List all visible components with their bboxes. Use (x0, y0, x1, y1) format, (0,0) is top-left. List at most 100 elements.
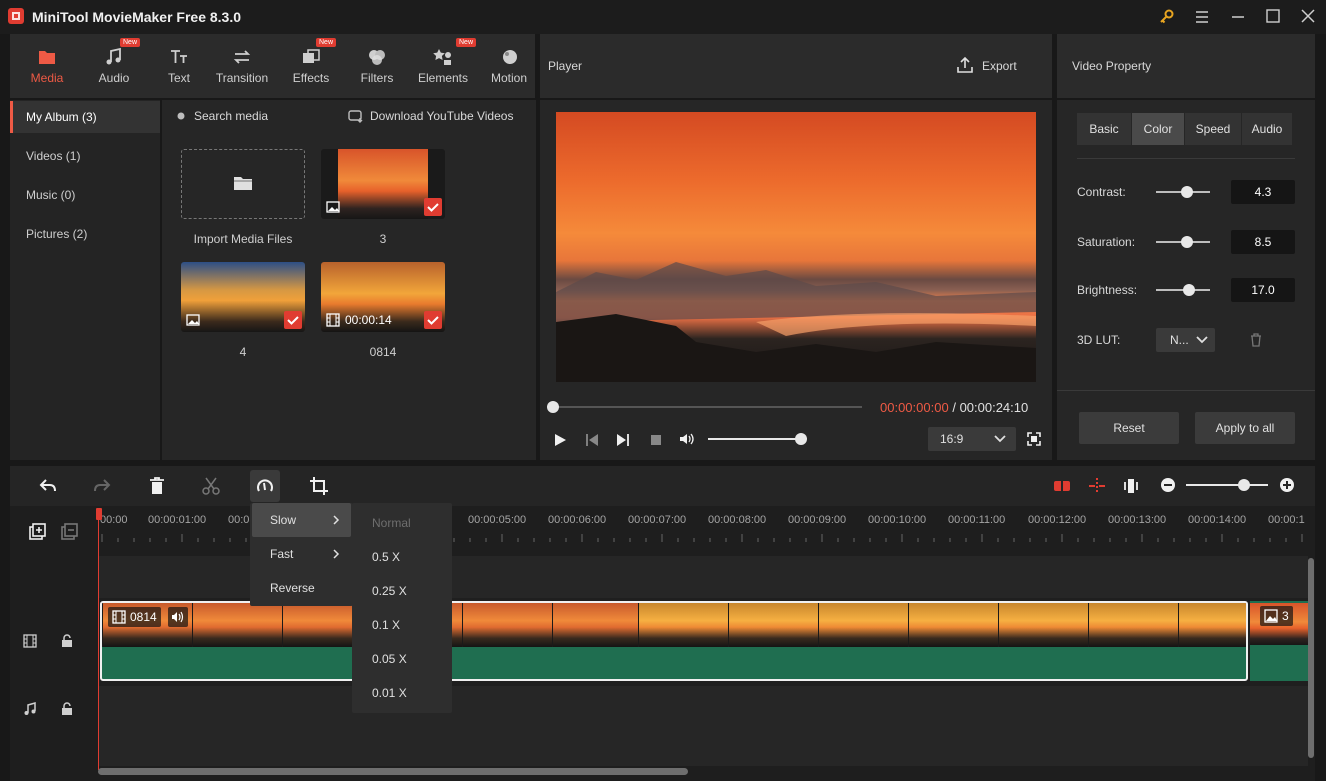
apply-to-all-button[interactable]: Apply to all (1195, 412, 1295, 444)
submenu-item-normal: Normal (372, 516, 411, 530)
snap-icon[interactable] (1087, 476, 1107, 496)
speed-button[interactable] (250, 470, 280, 502)
saturation-value[interactable]: 8.5 (1231, 230, 1295, 254)
lut-select[interactable]: N... (1156, 328, 1215, 352)
volume-handle[interactable] (795, 433, 807, 445)
tool-audio[interactable]: New Audio (86, 34, 142, 98)
playback-progress[interactable] (552, 406, 862, 408)
volume-slider[interactable] (708, 438, 802, 440)
lock-icon[interactable] (61, 634, 73, 648)
key-icon[interactable] (1155, 6, 1179, 28)
brightness-value[interactable]: 17.0 (1231, 278, 1295, 302)
chevron-down-icon (994, 435, 1006, 443)
submenu-item-0.01x[interactable]: 0.01 X (354, 676, 450, 710)
sidebar-item-my-album[interactable]: My Album (3) (10, 101, 160, 133)
timeline-clip-0814[interactable]: 0814 (100, 601, 1248, 681)
ruler-label: 00:00:1 (1268, 514, 1305, 526)
tab-color[interactable]: Color (1132, 113, 1184, 145)
menu-icon[interactable] (1190, 6, 1214, 28)
contrast-handle[interactable] (1181, 186, 1193, 198)
zoom-in-icon[interactable] (1279, 477, 1295, 493)
brightness-handle[interactable] (1183, 284, 1195, 296)
tool-text[interactable]: Text (150, 34, 208, 98)
playhead[interactable] (98, 508, 99, 770)
media-item-3[interactable] (321, 149, 445, 219)
sidebar-item-pictures[interactable]: Pictures (2) (10, 218, 160, 250)
play-icon[interactable] (552, 432, 568, 448)
film-icon (326, 313, 340, 327)
tool-media[interactable]: Media (18, 34, 76, 98)
search-media[interactable]: Search media (176, 109, 296, 125)
skip-back-icon[interactable] (584, 432, 600, 448)
music-track (98, 686, 1308, 766)
remove-track-icon[interactable] (61, 523, 79, 541)
stop-icon[interactable] (648, 432, 664, 448)
skip-forward-icon[interactable] (615, 432, 631, 448)
undo-icon[interactable] (38, 476, 58, 496)
clip-audio-icon[interactable] (168, 607, 188, 627)
timeline-clip-3[interactable]: 3 (1250, 601, 1308, 681)
tool-effects[interactable]: New Effects (280, 34, 342, 98)
tab-basic[interactable]: Basic (1077, 113, 1131, 145)
progress-handle[interactable] (547, 401, 559, 413)
horizontal-scrollbar[interactable] (98, 768, 688, 775)
fit-timeline-icon[interactable] (1121, 476, 1141, 496)
submenu-item-0.05x[interactable]: 0.05 X (354, 642, 450, 676)
title-bar: MiniTool MovieMaker Free 8.3.0 (0, 0, 1326, 34)
split-red-icon[interactable] (1052, 476, 1072, 496)
submenu-item-0.25x[interactable]: 0.25 X (354, 574, 450, 608)
sidebar-item-music[interactable]: Music (0) (10, 179, 160, 211)
download-youtube-button[interactable]: Download YouTube Videos (348, 108, 528, 124)
media-item-4[interactable] (181, 262, 305, 332)
zoom-slider[interactable] (1186, 484, 1268, 486)
aspect-ratio-select[interactable]: 16:9 (928, 427, 1016, 451)
tool-filters[interactable]: Filters (348, 34, 406, 98)
tool-elements[interactable]: New Elements (412, 34, 477, 98)
export-button[interactable]: Export (956, 56, 1026, 76)
menu-item-slow[interactable]: Slow (252, 503, 351, 537)
music-track-icon (24, 702, 36, 715)
fullscreen-icon[interactable] (1026, 431, 1042, 447)
saturation-handle[interactable] (1181, 236, 1193, 248)
timeline: 00:00 00:00:01:00 00:0 00:00:05:00 00:00… (10, 506, 1315, 781)
delete-icon[interactable] (147, 476, 167, 496)
submenu-item-0.1x[interactable]: 0.1 X (354, 608, 450, 642)
image-icon (186, 314, 200, 326)
media-caption: 0814 (369, 345, 397, 359)
minimize-button[interactable] (1226, 6, 1250, 28)
zoom-out-icon[interactable] (1160, 477, 1176, 493)
tab-speed[interactable]: Speed (1185, 113, 1241, 145)
image-icon (1264, 609, 1278, 623)
playhead-handle[interactable] (96, 508, 102, 520)
vertical-scrollbar[interactable] (1308, 558, 1314, 758)
reset-button[interactable]: Reset (1079, 412, 1179, 444)
menu-item-reverse[interactable]: Reverse (252, 571, 351, 605)
trash-icon[interactable] (1249, 333, 1263, 347)
redo-icon[interactable] (92, 476, 112, 496)
ruler-label: 00:00:06:00 (548, 514, 607, 526)
zoom-handle[interactable] (1238, 479, 1250, 491)
media-item-0814[interactable]: 00:00:14 (321, 262, 445, 332)
tool-transition[interactable]: Transition (210, 34, 274, 98)
menu-item-fast[interactable]: Fast (252, 537, 351, 571)
export-label: Export (982, 59, 1017, 73)
submenu-item-0.5x[interactable]: 0.5 X (354, 540, 450, 574)
lock-icon[interactable] (61, 702, 73, 716)
volume-icon[interactable] (678, 431, 696, 447)
lut-label: 3D LUT: (1077, 333, 1121, 347)
add-track-icon[interactable] (29, 523, 47, 541)
tool-motion[interactable]: Motion (482, 34, 536, 98)
maximize-button[interactable] (1261, 6, 1285, 28)
folder-icon (36, 46, 58, 68)
video-preview[interactable] (556, 112, 1036, 382)
import-media-button[interactable] (181, 149, 305, 219)
ruler-label: 00:00:10:00 (868, 514, 927, 526)
scissors-icon[interactable] (201, 476, 221, 496)
crop-icon[interactable] (309, 476, 329, 496)
check-icon (284, 311, 302, 329)
tab-audio[interactable]: Audio (1242, 113, 1292, 145)
contrast-value[interactable]: 4.3 (1231, 180, 1295, 204)
sidebar-item-videos[interactable]: Videos (1) (10, 140, 160, 172)
close-button[interactable] (1296, 6, 1320, 28)
property-panel: Basic Color Speed Audio Contrast: 4.3 Sa… (1057, 100, 1315, 460)
